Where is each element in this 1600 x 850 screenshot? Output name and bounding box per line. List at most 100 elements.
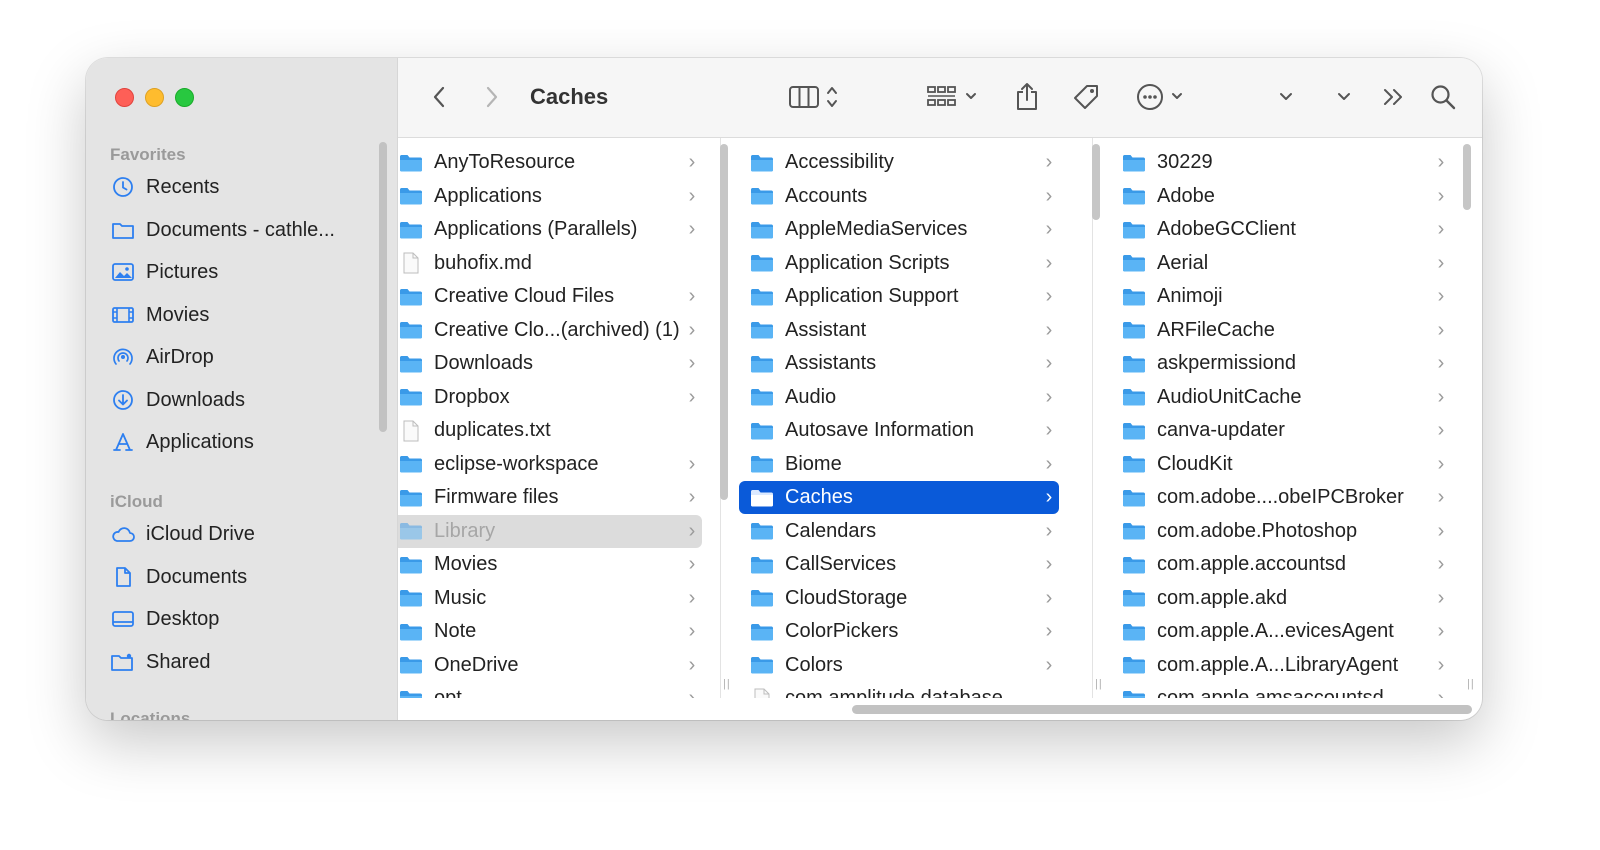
list-item[interactable]: com.amplitude.database bbox=[739, 682, 1059, 698]
list-item[interactable]: Assistants › bbox=[739, 347, 1059, 380]
folder-icon bbox=[749, 621, 775, 643]
close-button[interactable] bbox=[115, 88, 134, 107]
list-item[interactable]: ARFileCache › bbox=[1111, 314, 1451, 347]
search-button[interactable] bbox=[1428, 80, 1458, 114]
list-item[interactable]: Accessibility › bbox=[739, 146, 1059, 179]
list-item[interactable]: Firmware files › bbox=[398, 481, 702, 514]
sidebar-item-label: Documents bbox=[146, 565, 248, 588]
list-item[interactable]: AudioUnitCache › bbox=[1111, 381, 1451, 414]
column-1-scrollbar[interactable] bbox=[720, 144, 728, 500]
list-item[interactable]: duplicates.txt bbox=[398, 414, 702, 447]
view-mode-button[interactable] bbox=[788, 80, 844, 114]
list-item[interactable]: eclipse-workspace › bbox=[398, 448, 702, 481]
action-button[interactable] bbox=[1136, 80, 1192, 114]
list-item[interactable]: CloudStorage › bbox=[739, 582, 1059, 615]
list-item[interactable]: buhofix.md bbox=[398, 247, 702, 280]
column-3: 30229 › Adobe › AdobeGCClient › Aerial › Animoji… bbox=[1093, 138, 1482, 698]
file-icon bbox=[398, 420, 424, 442]
list-item[interactable]: Note › bbox=[398, 615, 702, 648]
list-item[interactable]: opt › bbox=[398, 682, 702, 698]
dropdown-button-1[interactable] bbox=[1274, 80, 1298, 114]
sidebar-item-icloud-drive[interactable]: iCloud Drive bbox=[110, 517, 380, 551]
item-name: OneDrive bbox=[434, 653, 519, 676]
list-item[interactable]: Assistant › bbox=[739, 314, 1059, 347]
list-item[interactable]: OneDrive › bbox=[398, 649, 702, 682]
list-item[interactable]: com.apple.accountsd › bbox=[1111, 548, 1451, 581]
folder-icon bbox=[398, 520, 424, 542]
dropdown-button-2[interactable] bbox=[1332, 80, 1356, 114]
sidebar-item-label: Desktop bbox=[146, 607, 220, 630]
list-item[interactable]: Downloads › bbox=[398, 347, 702, 380]
list-item[interactable]: Autosave Information › bbox=[739, 414, 1059, 447]
tag-button[interactable] bbox=[1070, 80, 1102, 114]
list-item[interactable]: CallServices › bbox=[739, 548, 1059, 581]
list-item[interactable]: Calendars › bbox=[739, 515, 1059, 548]
folder-icon bbox=[398, 654, 424, 676]
column-2-scrollbar[interactable] bbox=[1092, 144, 1100, 220]
list-item[interactable]: com.adobe.Photoshop › bbox=[1111, 515, 1451, 548]
list-item[interactable]: com.apple.akd › bbox=[1111, 582, 1451, 615]
forward-button[interactable] bbox=[479, 80, 505, 114]
list-item[interactable]: Application Support › bbox=[739, 280, 1059, 313]
list-item[interactable]: Library › bbox=[398, 514, 702, 548]
list-item[interactable]: com.apple.A...evicesAgent › bbox=[1111, 615, 1451, 648]
sidebar-item-downloads[interactable]: Downloads bbox=[110, 383, 380, 417]
sidebar-item-desktop[interactable]: Desktop bbox=[110, 602, 380, 636]
item-name: Note bbox=[434, 620, 477, 642]
list-item[interactable]: Aerial › bbox=[1111, 247, 1451, 280]
chevron-right-icon: › bbox=[1437, 184, 1445, 207]
clock-icon bbox=[110, 174, 136, 200]
list-item[interactable]: Music › bbox=[398, 582, 702, 615]
list-item[interactable]: CloudKit › bbox=[1111, 448, 1451, 481]
list-item[interactable]: com.adobe....obeIPCBroker › bbox=[1111, 481, 1451, 514]
list-item[interactable]: Animoji › bbox=[1111, 280, 1451, 313]
group-button[interactable] bbox=[926, 80, 982, 114]
zoom-button[interactable] bbox=[175, 88, 194, 107]
sidebar-item-applications[interactable]: Applications bbox=[110, 425, 380, 459]
sidebar-item-recents[interactable]: Recents bbox=[110, 170, 380, 204]
list-item[interactable]: Adobe › bbox=[1111, 180, 1451, 213]
column-3-resize-handle[interactable]: || bbox=[1467, 678, 1475, 690]
sidebar-item-documents-cathle[interactable]: Documents - cathle... bbox=[110, 213, 380, 247]
minimize-button[interactable] bbox=[145, 88, 164, 107]
sidebar-scrollbar[interactable] bbox=[379, 142, 387, 432]
list-item[interactable]: Applications › bbox=[398, 180, 702, 213]
sidebar-item-airdrop[interactable]: AirDrop bbox=[110, 340, 380, 374]
back-button[interactable] bbox=[426, 80, 452, 114]
column-2-resize-handle[interactable]: || bbox=[1095, 678, 1103, 690]
column-1-resize-handle[interactable]: || bbox=[723, 678, 731, 690]
list-item[interactable]: Creative Cloud Files › bbox=[398, 280, 702, 313]
list-item[interactable]: Colors › bbox=[739, 649, 1059, 682]
list-item[interactable]: Movies › bbox=[398, 548, 702, 581]
list-item[interactable]: AnyToResource › bbox=[398, 146, 702, 179]
list-item[interactable]: AppleMediaServices › bbox=[739, 213, 1059, 246]
sidebar-item-pictures[interactable]: Pictures bbox=[110, 255, 380, 289]
sidebar-item-icloud-documents[interactable]: Documents bbox=[110, 560, 380, 594]
list-item[interactable]: com.apple.A...LibraryAgent › bbox=[1111, 649, 1451, 682]
sidebar-header-favorites: Favorites bbox=[110, 145, 186, 164]
list-item[interactable]: askpermissiond › bbox=[1111, 347, 1451, 380]
column-1: AnyToResource › Applications › Applications … bbox=[398, 138, 721, 698]
list-item[interactable]: Audio › bbox=[739, 381, 1059, 414]
list-item[interactable]: AdobeGCClient › bbox=[1111, 213, 1451, 246]
sidebar-item-movies[interactable]: Movies bbox=[110, 298, 380, 332]
share-button[interactable] bbox=[1012, 80, 1042, 114]
folder-icon bbox=[749, 453, 775, 475]
list-item[interactable]: Biome › bbox=[739, 448, 1059, 481]
list-item[interactable]: canva-updater › bbox=[1111, 414, 1451, 447]
more-toolbar-button[interactable] bbox=[1380, 80, 1408, 114]
list-item[interactable]: Caches › bbox=[739, 481, 1059, 514]
sidebar-item-shared[interactable]: Shared bbox=[110, 645, 380, 679]
chevron-right-icon: › bbox=[688, 653, 696, 676]
column-3-scrollbar[interactable] bbox=[1463, 144, 1471, 210]
chevron-right-icon: › bbox=[1437, 318, 1445, 341]
horizontal-scrollbar[interactable] bbox=[852, 705, 1472, 714]
list-item[interactable]: Dropbox › bbox=[398, 381, 702, 414]
list-item[interactable]: 30229 › bbox=[1111, 146, 1451, 179]
list-item[interactable]: com.apple.amsaccountsd › bbox=[1111, 682, 1451, 698]
list-item[interactable]: Applications (Parallels) › bbox=[398, 213, 702, 246]
list-item[interactable]: Creative Clo...(archived) (1) › bbox=[398, 314, 702, 347]
list-item[interactable]: Accounts › bbox=[739, 180, 1059, 213]
list-item[interactable]: Application Scripts › bbox=[739, 247, 1059, 280]
list-item[interactable]: ColorPickers › bbox=[739, 615, 1059, 648]
